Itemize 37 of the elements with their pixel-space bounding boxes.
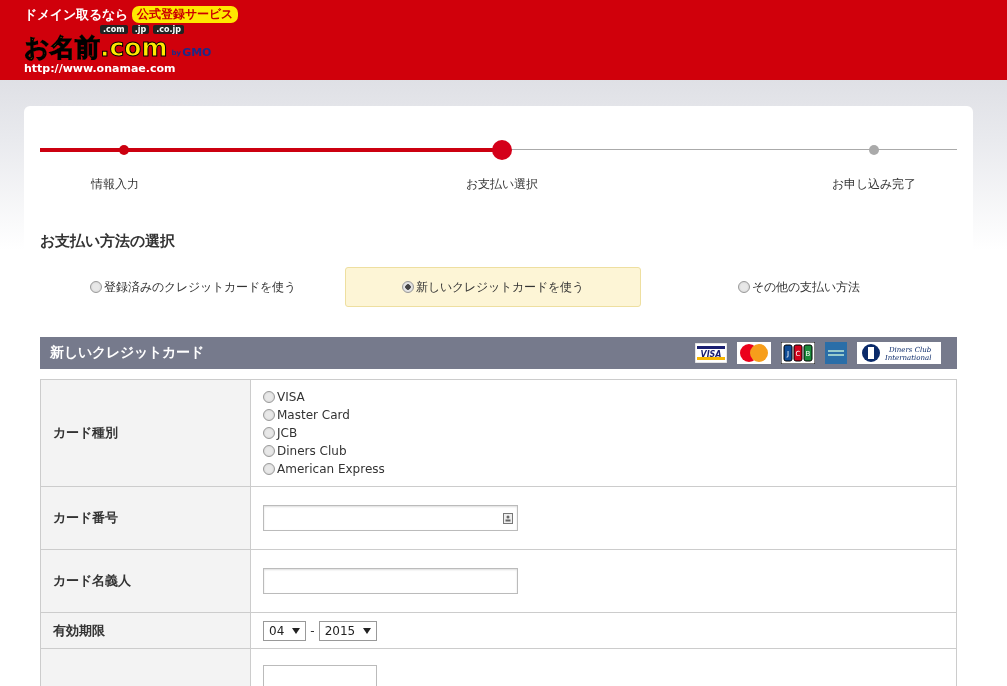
payment-option[interactable]: 新しいクレジットカードを使う <box>345 267 641 307</box>
card-type-radio[interactable]: Master Card <box>263 406 350 424</box>
step-label: お支払い選択 <box>466 176 539 193</box>
year-select[interactable]: 2015 <box>318 620 378 641</box>
card-type-radio[interactable]: JCB <box>263 424 298 442</box>
tld-label: .jp <box>131 24 150 34</box>
step-label: 情報入力 <box>91 176 140 193</box>
field-label: カード種別 <box>53 424 118 442</box>
card-type-radio[interactable]: Diners Club <box>263 442 347 460</box>
field-label: 有効期限 <box>53 621 105 640</box>
section-title: お支払い方法の選択 <box>40 232 176 251</box>
input-field[interactable] <box>263 665 377 686</box>
caret-icon <box>363 627 372 634</box>
payment-option[interactable]: 登録済みのクレジットカードを使う <box>40 267 345 307</box>
field-label: カード名義人 <box>53 572 131 590</box>
payment-option[interactable]: その他の支払い方法 <box>641 267 957 307</box>
input-field[interactable] <box>263 505 518 531</box>
card-type-radio[interactable]: VISA <box>263 388 305 406</box>
month-select[interactable]: 04 <box>263 620 307 641</box>
amex-logo <box>825 342 847 364</box>
visa-logo: VISA <box>695 343 727 363</box>
tld-label: .com <box>100 24 128 34</box>
contact-card-icon <box>503 512 513 524</box>
section-header-title: 新しいクレジットカード <box>50 344 204 362</box>
gmo-logo: GMO <box>182 45 212 59</box>
card-type-radio[interactable]: American Express <box>263 460 385 478</box>
field-label: カード番号 <box>53 509 118 527</box>
logo-tagline: ドメイン取るなら <box>24 5 128 24</box>
input-field[interactable] <box>263 568 518 594</box>
logo-badge: 公式登録サービス <box>132 6 238 23</box>
tld-label: .co.jp <box>153 24 184 34</box>
step-label: お申し込み完了 <box>831 176 916 193</box>
logo-name[interactable]: お名前.com <box>24 34 168 61</box>
separator-text: - <box>310 623 315 638</box>
logo-url: http://www.onamae.com <box>24 61 177 75</box>
caret-icon <box>292 627 301 634</box>
mastercard-logo <box>737 342 771 364</box>
